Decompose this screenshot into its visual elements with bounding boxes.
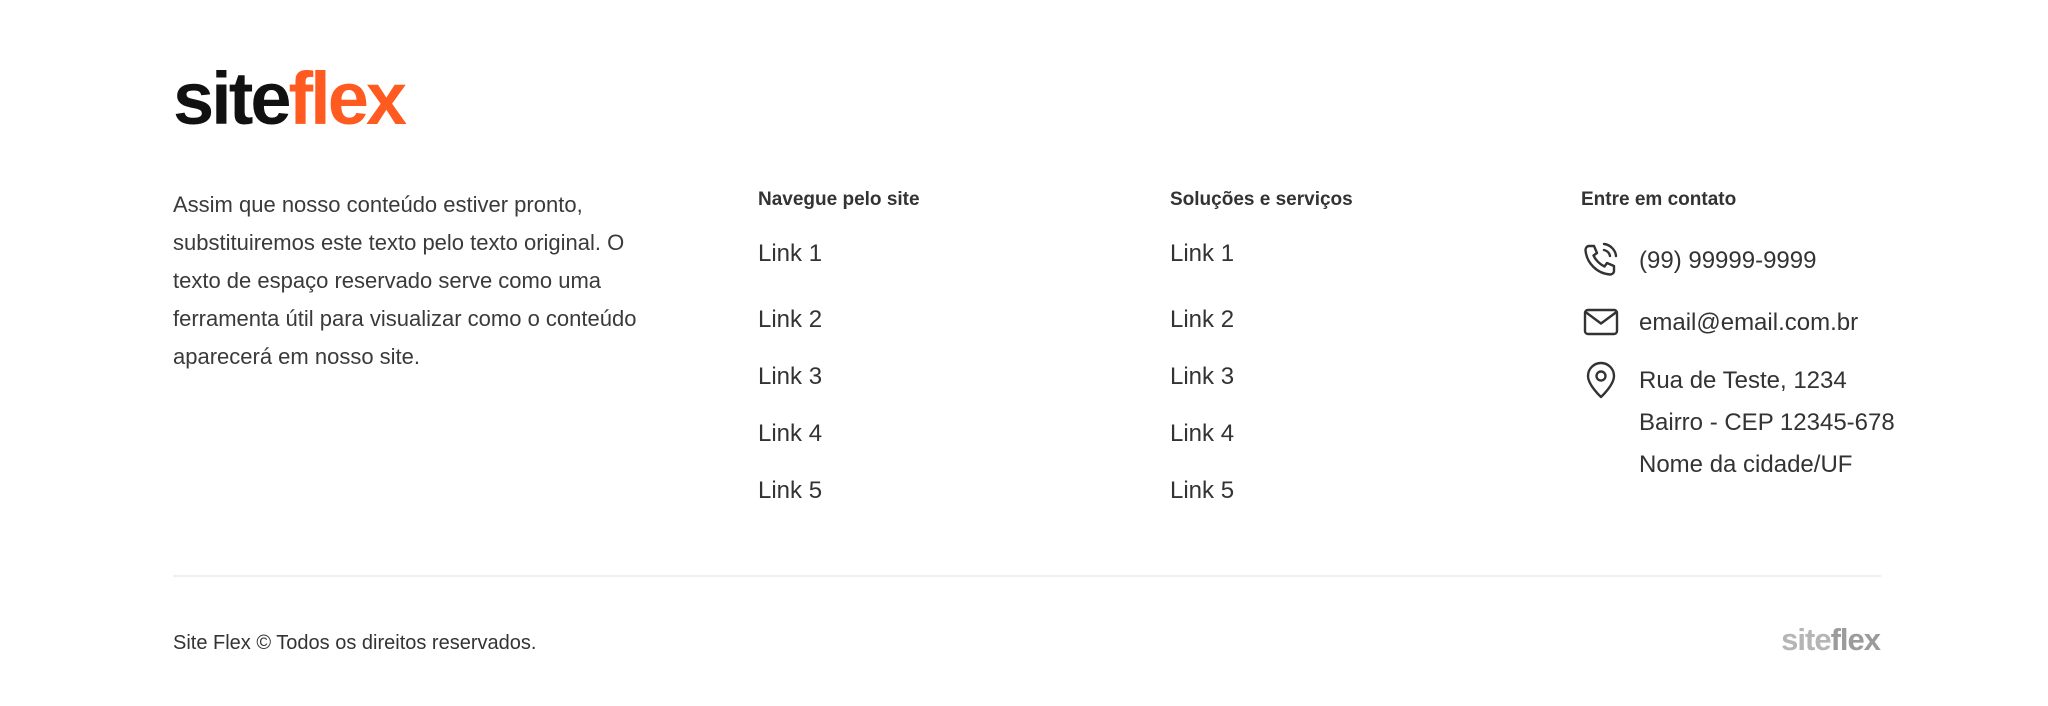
contact-address-text: Rua de Teste, 1234 Bairro - CEP 12345-67… [1639, 360, 1895, 486]
small-logo-part1: site [1781, 622, 1831, 657]
contact-column-title: Entre em contato [1581, 189, 1737, 210]
services-link-4[interactable]: Link 4 [1170, 405, 1353, 462]
contact-email-text: email@email.com.br [1639, 309, 1859, 336]
nav-link-1[interactable]: Link 1 [758, 234, 920, 274]
nav-column: Navegue pelo site Link 1 Link 2 Link 3 L… [758, 186, 920, 519]
nav-link-3[interactable]: Link 3 [758, 348, 920, 405]
services-link-5[interactable]: Link 5 [1170, 462, 1353, 519]
phone-icon [1584, 242, 1618, 276]
nav-links: Link 1 Link 2 Link 3 Link 4 Link 5 [758, 234, 920, 519]
brand-logo-part1: site [173, 57, 292, 140]
contact-phone[interactable]: (99) 99999-9999 [1581, 240, 1895, 282]
contact-column: Entre em contato (99) 99999-9999 email@e… [1581, 186, 1895, 486]
nav-link-4[interactable]: Link 4 [758, 405, 920, 462]
services-link-2[interactable]: Link 2 [1170, 291, 1353, 348]
services-link-3[interactable]: Link 3 [1170, 348, 1353, 405]
copyright-text: Site Flex © Todos os direitos reservados… [173, 632, 537, 654]
about-text: Assim que nosso conteúdo estiver pronto,… [173, 192, 637, 369]
contact-address[interactable]: Rua de Teste, 1234 Bairro - CEP 12345-67… [1581, 360, 1895, 486]
address-line-3: Nome da cidade/UF [1639, 451, 1853, 478]
contact-phone-text: (99) 99999-9999 [1639, 247, 1817, 274]
site-footer: siteflex Assim que nosso conteúdo estive… [0, 0, 2048, 706]
brand-logo[interactable]: siteflex [173, 62, 407, 136]
small-brand-logo[interactable]: siteflex [1781, 622, 1881, 657]
services-column: Soluções e serviços Link 1 Link 2 Link 3… [1170, 186, 1353, 519]
small-logo-part2: flex [1830, 622, 1881, 657]
footer-divider [173, 575, 1881, 577]
brand-logo-part2: flex [288, 57, 408, 140]
contact-list: (99) 99999-9999 email@email.com.br Rua d… [1581, 240, 1895, 486]
mail-icon [1583, 308, 1619, 336]
address-line-2: Bairro - CEP 12345-678 [1639, 409, 1895, 436]
services-link-1[interactable]: Link 1 [1170, 234, 1353, 274]
location-pin-icon [1586, 361, 1616, 399]
services-column-title: Soluções e serviços [1170, 189, 1353, 210]
contact-email[interactable]: email@email.com.br [1581, 302, 1895, 344]
nav-link-2[interactable]: Link 2 [758, 291, 920, 348]
services-links: Link 1 Link 2 Link 3 Link 4 Link 5 [1170, 234, 1353, 519]
nav-link-5[interactable]: Link 5 [758, 462, 920, 519]
address-line-1: Rua de Teste, 1234 [1639, 367, 1847, 394]
nav-column-title: Navegue pelo site [758, 189, 920, 210]
